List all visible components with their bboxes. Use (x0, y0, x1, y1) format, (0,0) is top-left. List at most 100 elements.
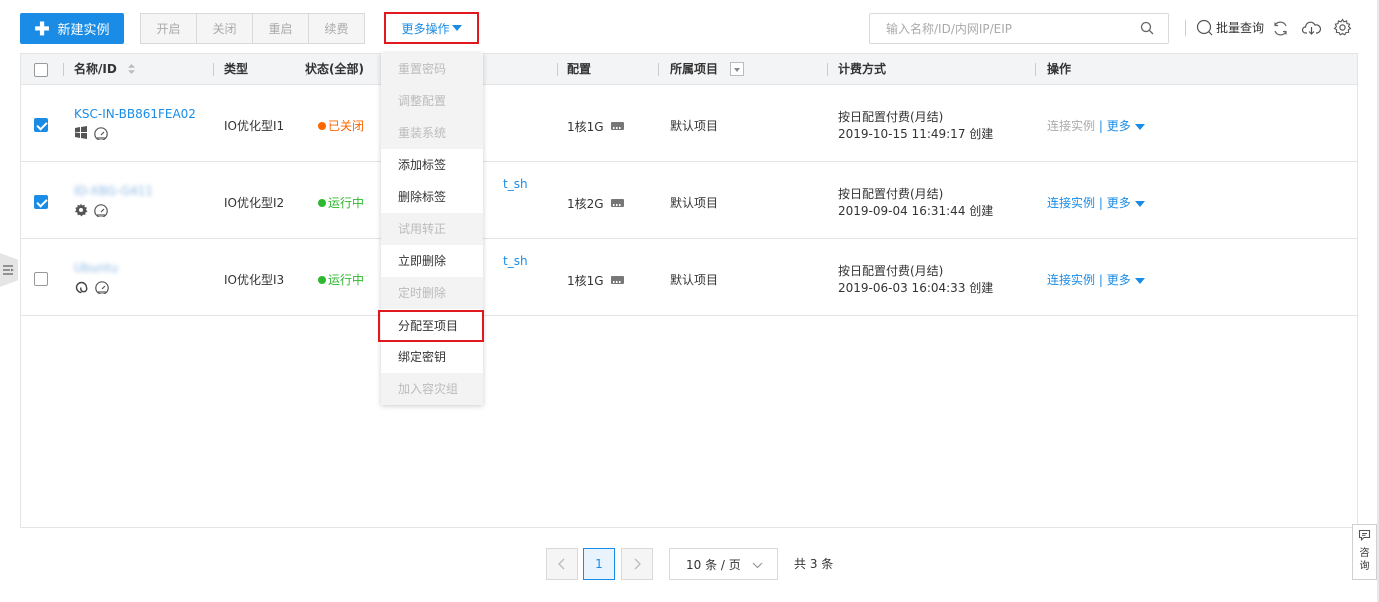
chat-bubble-icon (1358, 529, 1371, 541)
private-ip-partial[interactable]: t_sh (503, 254, 528, 268)
created-time: 2019-09-04 16:31:44 创建 (838, 204, 994, 218)
batch-query-button[interactable]: 批量查询 (1196, 19, 1264, 36)
search-box (869, 13, 1169, 44)
instance-name-link[interactable]: Ubuntu (74, 261, 118, 275)
new-instance-button[interactable]: ✚ 新建实例 (20, 13, 124, 44)
caret-down-icon (1134, 200, 1145, 207)
page-number-current[interactable]: 1 (583, 548, 615, 580)
instance-icons (74, 126, 109, 140)
status-label: 运行中 (328, 273, 365, 287)
header-separator (1035, 63, 1036, 76)
settings-gear-icon[interactable] (1333, 18, 1352, 37)
row-more-link[interactable]: 更多 (1107, 273, 1145, 287)
page-size-label: 10 条 / 页 (686, 557, 741, 572)
search-icon (1196, 19, 1213, 36)
stop-button[interactable]: 关闭 (196, 13, 253, 44)
menu-item-join-dr-group: 加入容灾组 (381, 373, 483, 405)
connect-instance-link[interactable]: 连接实例 (1047, 119, 1095, 133)
chevron-right-icon (634, 558, 641, 570)
header-separator (213, 63, 214, 76)
row-more-link[interactable]: 更多 (1107, 196, 1145, 210)
menu-item-assign-project[interactable]: 分配至项目 (378, 310, 484, 342)
table-header: 名称/ID 类型 状态(全部) 配置 所属项目 计费方式 操作 (21, 54, 1357, 85)
header-name[interactable]: 名称/ID (74, 54, 136, 85)
instance-type: IO优化型I1 (224, 119, 285, 133)
chevron-left-icon (558, 558, 565, 570)
instance-name-link[interactable]: KSC-IN-BB861FEA02 (74, 107, 196, 121)
row-checkbox[interactable] (34, 195, 48, 209)
row-more-label: 更多 (1106, 196, 1131, 210)
more-actions-button[interactable]: 更多操作 (384, 12, 479, 44)
instance-name-link[interactable]: ID-XBG-G411 (74, 184, 153, 198)
toolbar-divider (1185, 20, 1186, 36)
menu-item-bind-key[interactable]: 绑定密钥 (381, 341, 483, 373)
row-ops: 连接实例 | 更多 (1047, 117, 1145, 134)
monitor-gauge-icon[interactable] (93, 203, 109, 217)
next-page-button[interactable] (621, 548, 653, 580)
menu-item-delete-now[interactable]: 立即删除 (381, 245, 483, 277)
consult-button[interactable]: 咨 询 (1352, 524, 1377, 580)
menu-item-reset-password: 重置密码 (381, 53, 483, 85)
page-size-select[interactable]: 10 条 / 页 (669, 548, 778, 580)
search-icon[interactable] (1140, 21, 1154, 35)
menu-item-add-tag[interactable]: 添加标签 (381, 149, 483, 181)
billing-method: 按日配置付费(月结) (838, 187, 944, 201)
select-all-checkbox[interactable] (34, 63, 48, 77)
row-checkbox[interactable] (34, 118, 48, 132)
header-ops: 操作 (1047, 62, 1072, 76)
header-billing: 计费方式 (838, 62, 887, 76)
status-label: 运行中 (328, 196, 365, 210)
renew-button[interactable]: 续费 (308, 13, 365, 44)
ops-separator: | (1098, 196, 1103, 210)
consult-label-2: 询 (1359, 561, 1370, 572)
config-label: 1核1G (567, 120, 604, 134)
table-row: Ubuntu IO优化型I3 运行中 t_sh 1核1G 默认项目 按日配置付费… (21, 239, 1357, 316)
header-project[interactable]: 所属项目 (670, 54, 745, 85)
sort-icon[interactable] (127, 63, 136, 75)
total-count: 共 3 条 (794, 557, 834, 571)
status-badge: 已关闭 (318, 117, 364, 134)
gear-os-icon (75, 203, 88, 217)
instance-type: IO优化型I3 (224, 273, 285, 287)
sidebar-toggle[interactable] (0, 253, 18, 287)
header-separator (658, 63, 659, 76)
search-input[interactable] (886, 14, 1136, 43)
refresh-icon[interactable] (1272, 20, 1289, 37)
project-name: 默认项目 (670, 273, 719, 287)
filter-dropdown-icon[interactable] (730, 62, 745, 76)
row-more-label: 更多 (1106, 119, 1131, 133)
row-more-link[interactable]: 更多 (1107, 119, 1145, 133)
header-type: 类型 (224, 62, 249, 76)
status-dot-icon (318, 199, 326, 207)
prev-page-button[interactable] (546, 548, 578, 580)
header-project-label: 所属项目 (670, 62, 719, 76)
status-badge: 运行中 (318, 271, 364, 288)
billing-method: 按日配置付费(月结) (838, 264, 944, 278)
menu-item-remove-tag[interactable]: 删除标签 (381, 181, 483, 213)
disk-icon (611, 276, 625, 284)
created-time: 2019-06-03 16:04:33 创建 (838, 281, 994, 295)
monitor-gauge-icon[interactable] (94, 280, 110, 294)
list-collapse-icon (3, 265, 14, 275)
private-ip-partial[interactable]: t_sh (503, 177, 528, 191)
row-checkbox[interactable] (34, 272, 48, 286)
more-actions-menu: 重置密码 调整配置 重装系统 添加标签 删除标签 试用转正 立即删除 定时删除 … (378, 53, 484, 405)
caret-down-icon (1134, 277, 1145, 284)
disk-icon (611, 199, 625, 207)
start-button[interactable]: 开启 (140, 13, 197, 44)
status-dot-icon (318, 276, 326, 284)
restart-button[interactable]: 重启 (252, 13, 309, 44)
cloud-download-icon[interactable] (1302, 19, 1321, 36)
status-label: 已关闭 (328, 119, 365, 133)
config-cell: 1核1G (567, 118, 625, 135)
menu-item-scheduled-delete: 定时删除 (381, 277, 483, 309)
connect-instance-link[interactable]: 连接实例 (1047, 273, 1095, 287)
instance-icons (74, 280, 110, 295)
chevron-down-icon (752, 562, 763, 569)
project-name: 默认项目 (670, 196, 719, 210)
monitor-gauge-icon[interactable] (93, 126, 109, 140)
row-ops: 连接实例 | 更多 (1047, 194, 1145, 211)
header-status[interactable]: 状态(全部) (305, 54, 364, 85)
connect-instance-link[interactable]: 连接实例 (1047, 196, 1095, 210)
row-ops: 连接实例 | 更多 (1047, 271, 1145, 288)
